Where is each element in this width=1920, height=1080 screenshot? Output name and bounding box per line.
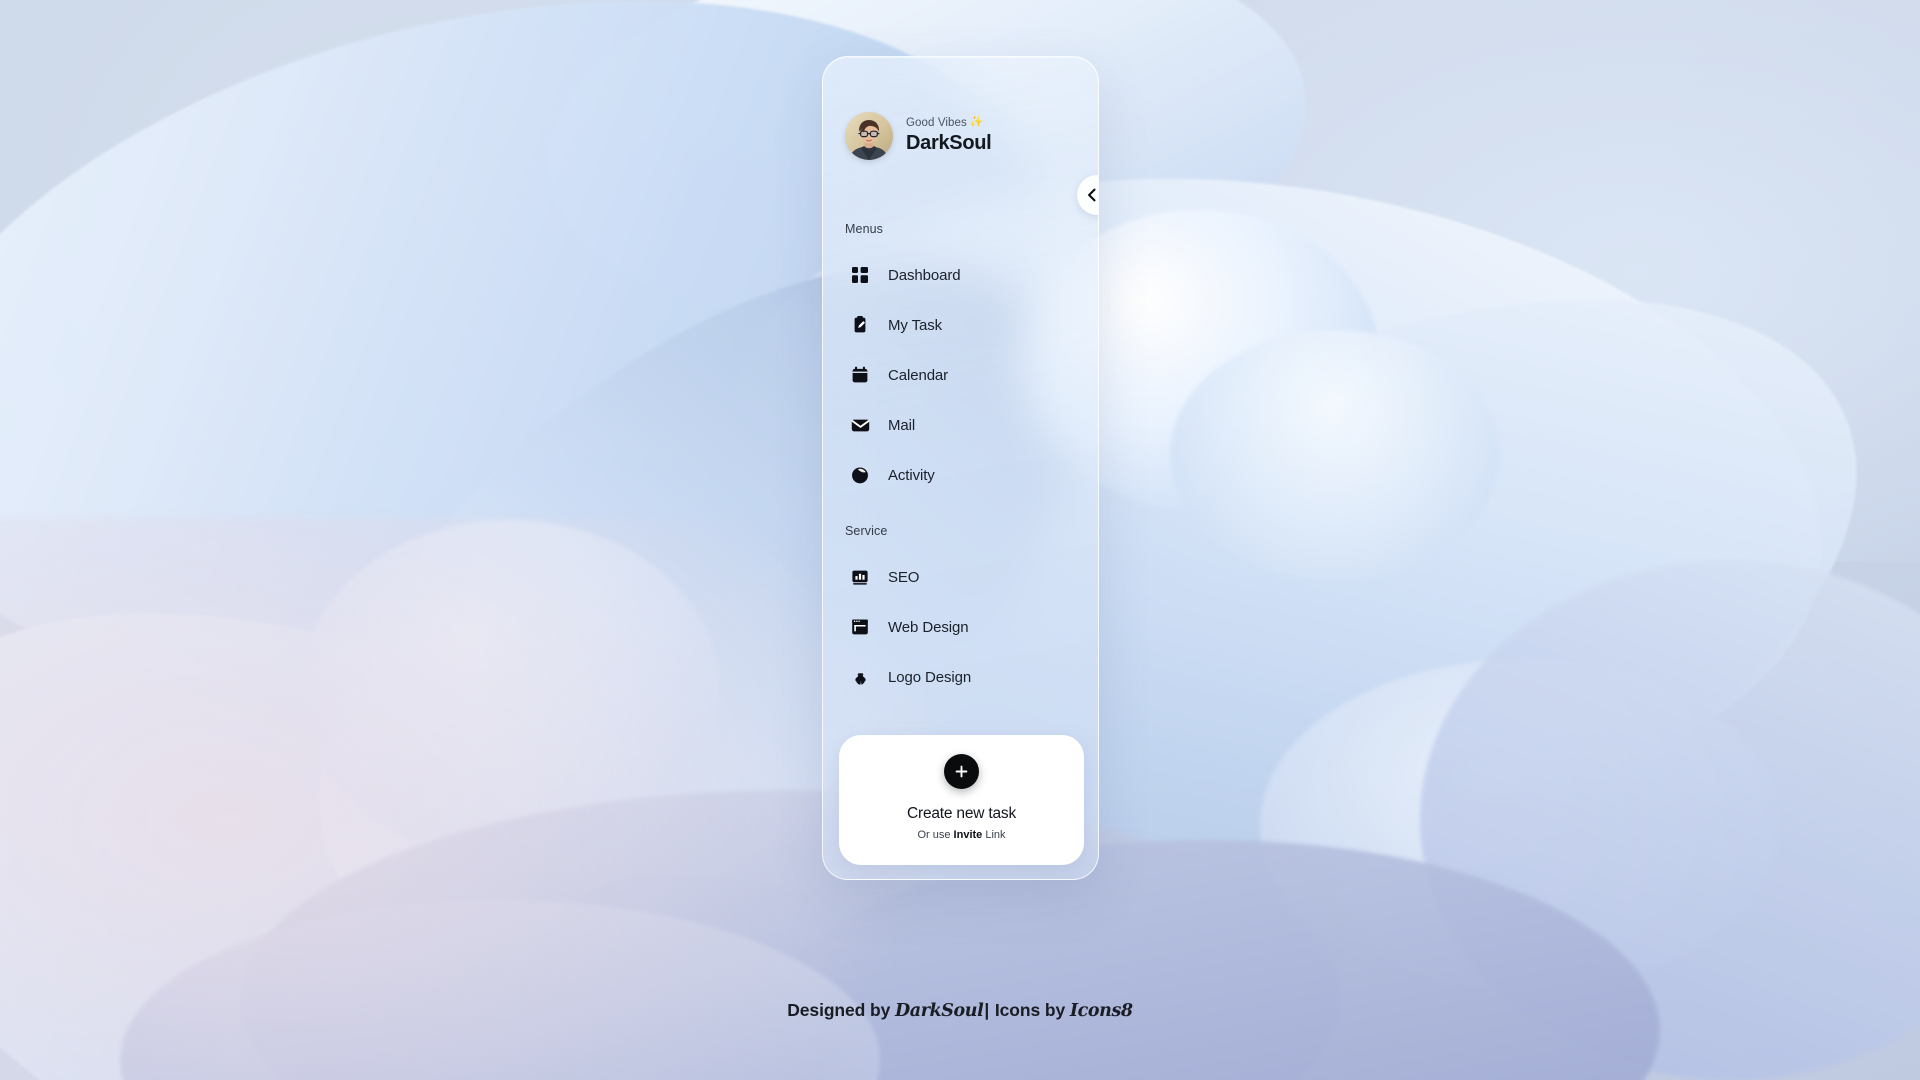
bar-chart-icon (850, 567, 870, 587)
bloom-highlight (1170, 330, 1500, 580)
section-label-menus: Menus (845, 222, 884, 236)
sidebar-item-mail[interactable]: Mail (823, 400, 1098, 450)
sidebar-item-calendar[interactable]: Calendar (823, 350, 1098, 400)
sidebar-item-my-task[interactable]: My Task (823, 300, 1098, 350)
create-task-title: Create new task (907, 805, 1016, 822)
wallpaper-glow-bottom-left (0, 518, 922, 1080)
sidebar-item-label: Web Design (888, 618, 969, 636)
add-task-button[interactable] (944, 754, 979, 789)
avatar-image (845, 112, 893, 160)
credit-icons-source: Icons8 (1069, 1001, 1133, 1021)
sidebar-item-dashboard[interactable]: Dashboard (823, 250, 1098, 300)
credit-author: DarkSoul (894, 1001, 984, 1021)
chevron-left-icon (1088, 188, 1096, 202)
dashboard-grid-icon (850, 265, 870, 285)
credit-line: Designed by DarkSoul| Icons by Icons8 (0, 1000, 1920, 1021)
sidebar-item-label: Logo Design (888, 668, 972, 686)
sidebar-item-logo-design[interactable]: Logo Design (823, 652, 1098, 702)
sidebar-item-label: Dashboard (888, 266, 961, 284)
sidebar-item-label: My Task (888, 316, 943, 334)
sidebar-item-label: Calendar (888, 366, 949, 384)
invite-prefix: Or use (917, 829, 954, 841)
envelope-icon (850, 415, 870, 435)
nav-list-menus: Dashboard My Task Calendar Mail Activity (823, 250, 1098, 500)
section-label-service: Service (845, 524, 888, 538)
invite-link-text[interactable]: Or use Invite Link (917, 829, 1005, 841)
invite-strong[interactable]: Invite (954, 829, 983, 841)
clipboard-task-icon (850, 315, 870, 335)
browser-layout-icon (850, 617, 870, 637)
invite-suffix: Link (982, 829, 1006, 841)
sidebar-item-seo[interactable]: SEO (823, 552, 1098, 602)
collapse-sidebar-button[interactable] (1077, 175, 1098, 215)
profile-name: DarkSoul (906, 132, 992, 155)
credit-prefix: Designed by (787, 1000, 895, 1020)
profile-header[interactable]: Good Vibes ✨ DarkSoul (823, 57, 1098, 160)
credit-middle: Icons by (990, 1000, 1070, 1020)
sidebar-item-web-design[interactable]: Web Design (823, 602, 1098, 652)
profile-text: Good Vibes ✨ DarkSoul (906, 117, 992, 156)
profile-status-label: Good Vibes (906, 116, 967, 129)
calendar-icon (850, 365, 870, 385)
screen: Good Vibes ✨ DarkSoul Menus Dashboard My… (0, 0, 1920, 1080)
avatar[interactable] (845, 112, 893, 160)
nav-list-service: SEO Web Design Logo Design (823, 552, 1098, 702)
fan-burst-icon (850, 667, 870, 687)
plus-icon (955, 765, 968, 778)
sidebar-panel: Good Vibes ✨ DarkSoul Menus Dashboard My… (822, 56, 1099, 880)
sidebar-item-label: Activity (888, 466, 935, 484)
create-task-card[interactable]: Create new task Or use Invite Link (839, 735, 1084, 865)
sidebar-item-label: SEO (888, 568, 920, 586)
sidebar-item-activity[interactable]: Activity (823, 450, 1098, 500)
profile-status: Good Vibes ✨ (906, 117, 991, 130)
sidebar-item-label: Mail (888, 416, 916, 434)
sparkle-icon: ✨ (969, 116, 984, 129)
activity-circle-icon (850, 465, 870, 485)
